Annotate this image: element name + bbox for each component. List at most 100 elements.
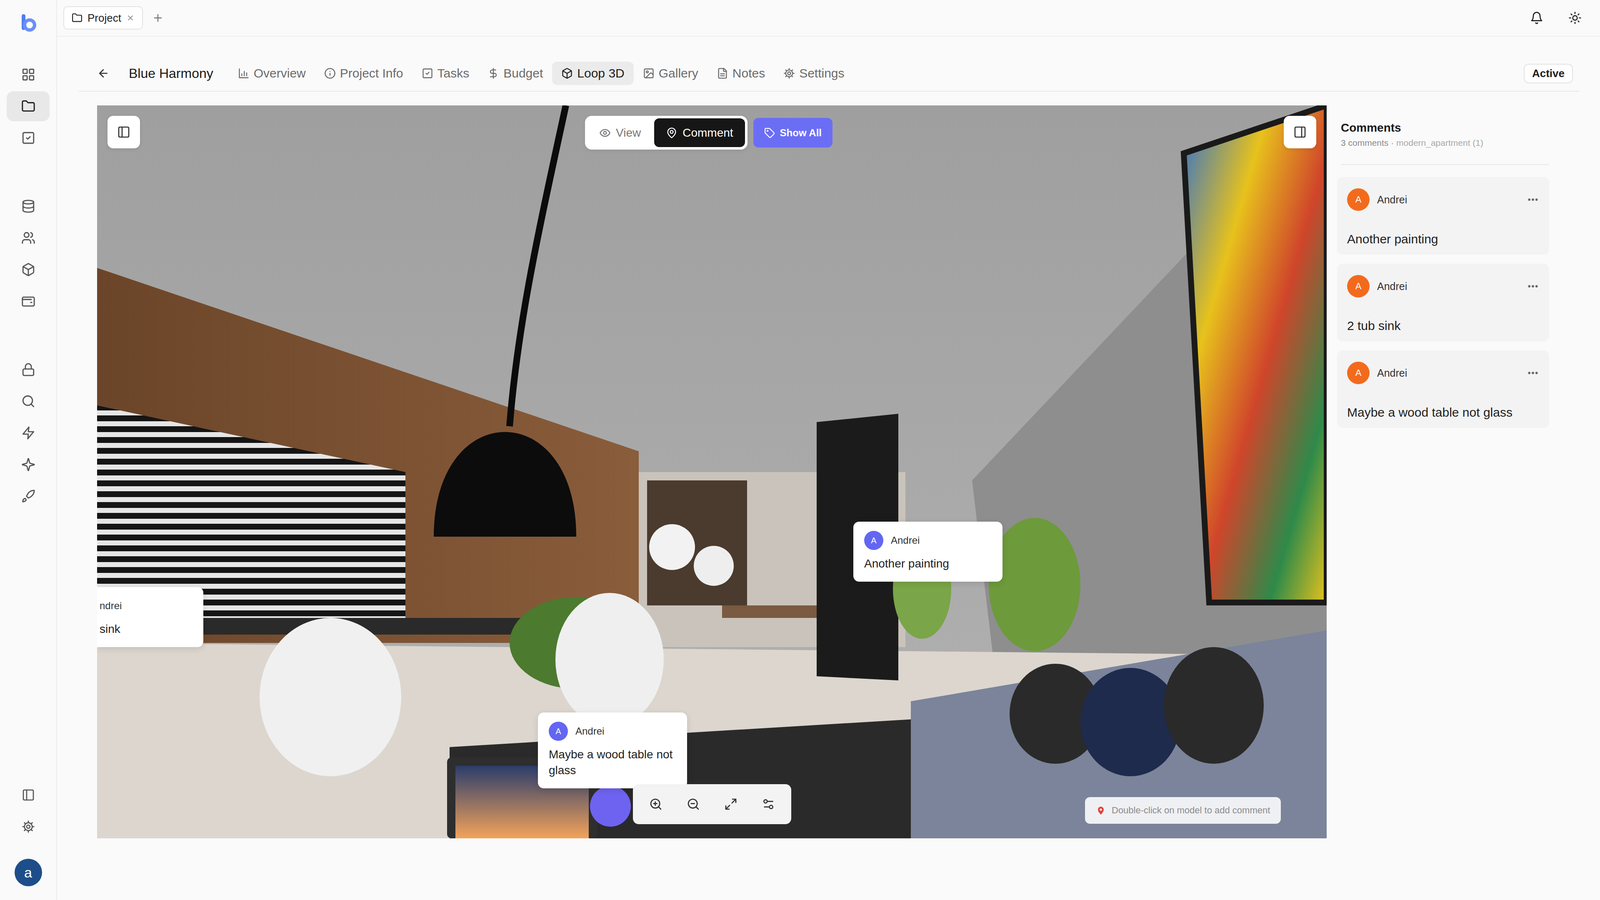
plus-icon (152, 12, 164, 24)
image-icon (642, 67, 655, 80)
panel-right-icon (1293, 125, 1307, 139)
pin-avatar: A (548, 721, 568, 741)
rail-group (6, 354, 50, 512)
rug (449, 717, 935, 839)
armchair (259, 617, 402, 777)
logo-icon[interactable] (18, 12, 39, 33)
pin-text: sink (99, 621, 193, 638)
mode-button[interactable]: Comment (654, 118, 745, 148)
nav-label: Budget (503, 66, 543, 81)
notifications-button[interactable] (1530, 11, 1544, 25)
rail-item[interactable] (6, 59, 50, 90)
main: Project Blue Harmony Overview Project In… (57, 0, 1600, 900)
panel-title: Comments (1340, 120, 1550, 136)
rail-item[interactable] (6, 122, 50, 153)
check-square-icon (21, 130, 36, 145)
cube-icon (21, 262, 36, 277)
show-all-button[interactable]: Show All (753, 117, 833, 148)
armchair (555, 592, 664, 727)
status-badge: Active (1523, 63, 1573, 84)
expand-icon (724, 797, 738, 811)
nav-tab[interactable]: Settings (774, 61, 854, 85)
sidebar-toggle[interactable] (6, 780, 50, 810)
rail-item[interactable] (6, 222, 50, 253)
browser-tab[interactable]: Project (63, 6, 143, 30)
pin-author: Andrei (575, 725, 605, 738)
nav-tab[interactable]: Overview (228, 61, 315, 85)
lamp-shade (433, 432, 577, 537)
rail-item[interactable] (6, 449, 50, 480)
bar-chart-icon (237, 67, 250, 80)
lock-icon (21, 362, 36, 377)
nav-tab[interactable]: Budget (478, 61, 553, 85)
model-render[interactable] (97, 105, 1327, 839)
user-avatar[interactable]: a (14, 858, 43, 887)
comment-pin[interactable]: ndrei sink (97, 587, 204, 648)
sliders-icon (761, 797, 775, 811)
view-settings-button[interactable] (749, 788, 788, 820)
comment-menu[interactable] (1526, 366, 1540, 380)
nav-tab[interactable]: Loop 3D (552, 61, 634, 85)
mode-button[interactable]: View (587, 118, 653, 148)
panel-left-icon (117, 125, 131, 139)
add-tab-button[interactable] (152, 12, 164, 24)
mode-label: Comment (682, 126, 733, 140)
dots-icon (1526, 280, 1540, 293)
viewer-3d[interactable]: A Andrei Another painting ndrei sink A An… (97, 105, 1327, 839)
comment-pin[interactable]: A Andrei Another painting (853, 521, 1003, 582)
content: Blue Harmony Overview Project Info Tasks… (57, 36, 1600, 900)
top-actions (1530, 11, 1582, 25)
pin-marker[interactable] (590, 785, 631, 827)
comment-card[interactable]: A Andrei 2 tub sink (1337, 263, 1550, 342)
rail-item[interactable] (6, 191, 50, 222)
panel-left-icon (21, 788, 35, 802)
comment-menu[interactable] (1526, 280, 1540, 293)
cushion (1080, 667, 1181, 777)
comment-author: Andrei (1377, 280, 1408, 293)
close-icon (126, 13, 135, 23)
dots-icon (1526, 366, 1540, 380)
zoom-out-button[interactable] (674, 788, 713, 820)
mode-toggle: View Comment (585, 115, 748, 150)
nav-label: Tasks (437, 66, 470, 81)
grid-icon (21, 67, 36, 82)
tab-close[interactable] (126, 13, 135, 23)
painting (1183, 105, 1327, 603)
rail-item[interactable] (6, 481, 50, 512)
wood-wall (97, 267, 639, 643)
dollar-icon (487, 67, 500, 80)
nav-tab[interactable]: Notes (707, 61, 775, 85)
theme-button[interactable] (1568, 11, 1582, 25)
nav-tab[interactable]: Tasks (412, 61, 479, 85)
pin-author: Andrei (890, 534, 920, 547)
back-button[interactable] (97, 67, 110, 80)
rail-item[interactable] (6, 91, 50, 122)
nav-tab[interactable]: Gallery (633, 61, 708, 85)
nav-tab[interactable]: Project Info (315, 61, 413, 85)
nav-label: Project Info (340, 66, 404, 81)
users-icon (21, 230, 36, 245)
zoom-in-icon (649, 797, 663, 811)
fullscreen-button[interactable] (712, 788, 750, 820)
right-panel-toggle[interactable] (1283, 115, 1317, 149)
rail-item[interactable] (6, 286, 50, 317)
left-panel-toggle[interactable] (107, 115, 140, 149)
tab-bar: Project (57, 0, 1600, 37)
comment-card[interactable]: A Andrei Another painting (1337, 177, 1550, 255)
arrow-left-icon (97, 67, 110, 80)
comment-menu[interactable] (1526, 193, 1540, 206)
comment-card[interactable]: A Andrei Maybe a wood table not glass (1337, 350, 1550, 428)
sofa (910, 630, 1327, 839)
rail-item[interactable] (6, 254, 50, 285)
dots-icon (1526, 193, 1540, 206)
settings-button[interactable] (6, 811, 50, 842)
pendant-lamp (649, 524, 695, 570)
comment-pin[interactable]: A Andrei Maybe a wood table not glass (537, 712, 688, 789)
hint: Double-click on model to add comment (1085, 797, 1281, 824)
zoom-in-button[interactable] (637, 788, 675, 820)
rail-item[interactable] (6, 417, 50, 448)
pin-avatar: A (864, 530, 884, 550)
comment-list: A Andrei Another painting A Andrei 2 tub … (1337, 177, 1550, 428)
rail-item[interactable] (6, 354, 50, 385)
rail-item[interactable] (6, 386, 50, 417)
